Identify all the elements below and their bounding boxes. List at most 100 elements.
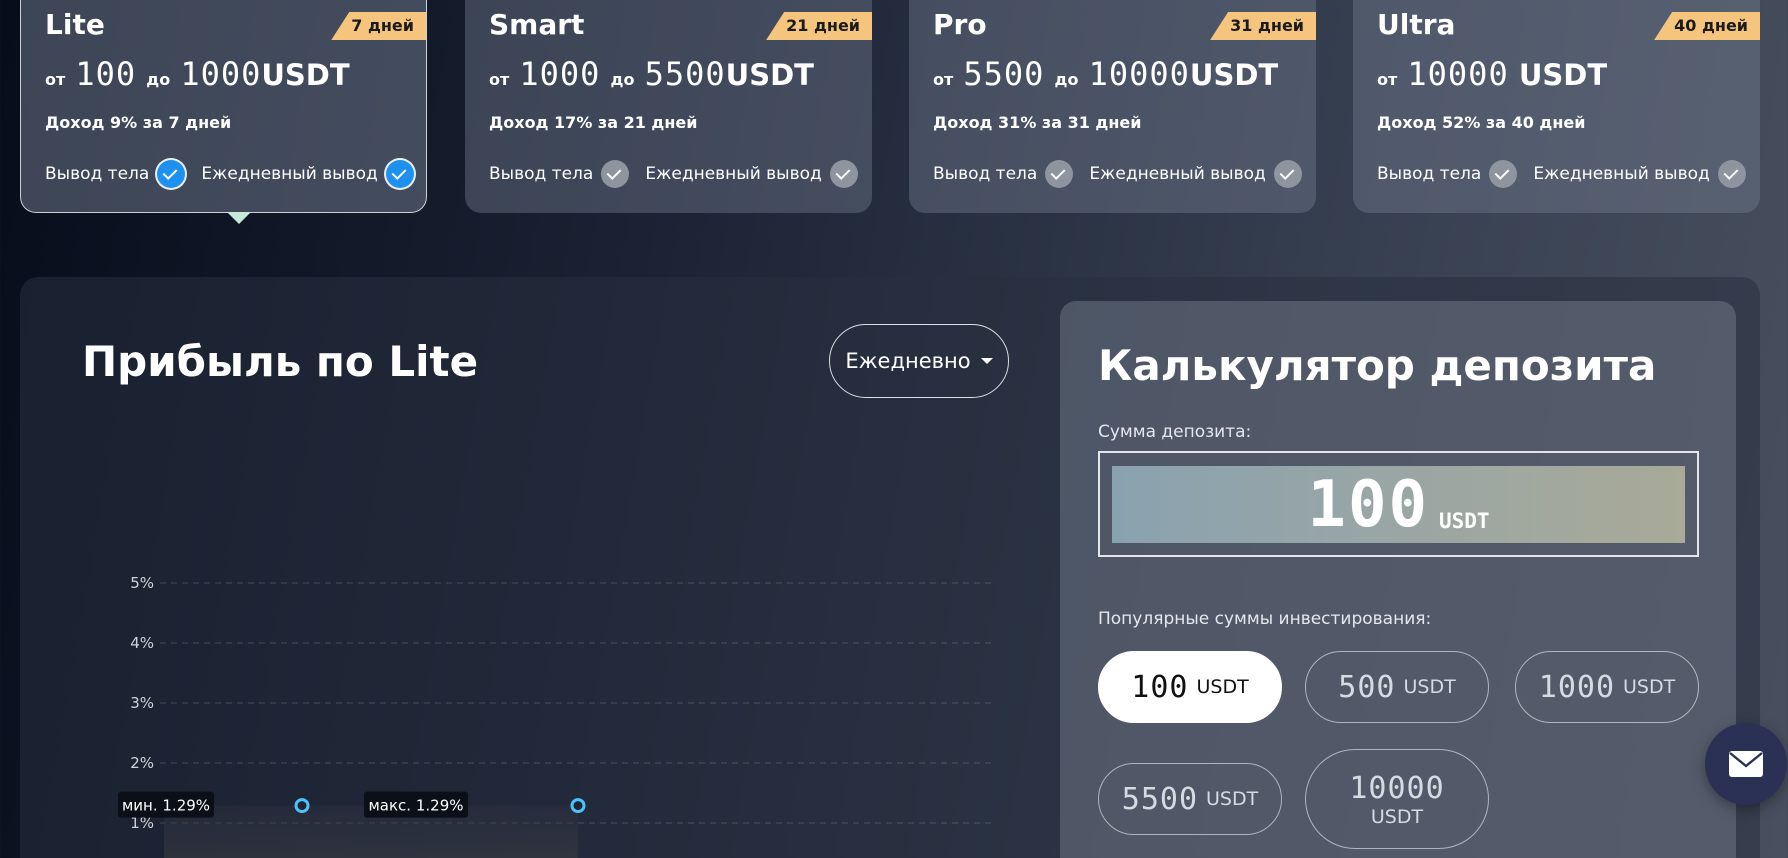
deposit-amount-display: 100 USDT <box>1112 466 1685 543</box>
plan-range: от 100 до 1000USDT <box>45 55 350 93</box>
plan-features: Вывод тела Ежедневный вывод <box>933 160 1318 188</box>
annotation-text: мин. 1.29% <box>122 797 210 815</box>
feature-body-withdraw: Вывод тела <box>45 164 150 184</box>
feature-body-withdraw: Вывод тела <box>1377 164 1482 184</box>
plan-card-pro[interactable]: Pro 31 дней от 5500 до 10000USDT Доход 3… <box>909 0 1316 213</box>
chip-value: 10000 <box>1349 770 1445 806</box>
chip-value: 1000 <box>1538 669 1616 705</box>
plan-days-badge: 7 дней <box>331 12 426 40</box>
active-plan-pointer <box>227 212 251 224</box>
plan-days-badge: 40 дней <box>1654 12 1760 40</box>
plan-features: Вывод тела Ежедневный вывод <box>489 160 874 188</box>
chip-unit: USDT <box>1403 676 1456 698</box>
y-tick-label: 5% <box>130 574 154 592</box>
mail-icon <box>1729 751 1763 777</box>
check-icon <box>601 160 630 188</box>
range-from-word: от <box>45 70 66 89</box>
main-panel: Прибыль по Lite Ежедневно 5%4%3%2%1%0% м… <box>20 277 1760 858</box>
plans-row: Lite 7 дней от 100 до 1000USDT Доход 9% … <box>20 0 1760 224</box>
deposit-amount-unit: USDT <box>1439 509 1490 533</box>
range-from: 100 <box>75 55 137 93</box>
amount-chip-1000[interactable]: 1000 USDT <box>1515 651 1699 723</box>
amount-chip-100[interactable]: 100 USDT <box>1098 651 1282 723</box>
plan-features: Вывод тела Ежедневный вывод <box>45 160 430 188</box>
check-icon <box>157 160 186 188</box>
range-from-word: от <box>489 70 510 89</box>
check-icon <box>1273 160 1302 188</box>
popular-amounts-label: Популярные суммы инвестирования: <box>1098 609 1432 629</box>
range-from-word: от <box>933 70 954 89</box>
chip-value: 100 <box>1131 669 1189 705</box>
plan-income: Доход 52% за 40 дней <box>1377 113 1586 132</box>
deposit-amount-value: 100 <box>1307 468 1429 542</box>
plan-range: от 10000 USDT <box>1377 55 1607 93</box>
profit-title: Прибыль по Lite <box>82 337 479 386</box>
plan-name: Lite <box>45 8 105 41</box>
period-dropdown[interactable]: Ежедневно <box>829 324 1009 398</box>
chip-unit: USDT <box>1206 788 1259 810</box>
range-to: 1000 <box>180 55 262 93</box>
data-point <box>570 798 586 814</box>
chip-unit: USDT <box>1196 676 1249 698</box>
range-to-word: до <box>1054 70 1079 89</box>
range-to: 10000 <box>1088 55 1190 93</box>
annotation-label: макс. 1.29% <box>364 791 468 818</box>
range-to: 5500 <box>644 55 726 93</box>
amount-chip-500[interactable]: 500 USDT <box>1305 651 1489 723</box>
feature-daily-withdraw: Ежедневный вывод <box>1533 164 1710 184</box>
plan-days-badge: 31 дней <box>1210 12 1316 40</box>
feature-daily-withdraw: Ежедневный вывод <box>645 164 822 184</box>
feature-daily-withdraw: Ежедневный вывод <box>1089 164 1266 184</box>
range-from: 5500 <box>963 55 1045 93</box>
chip-value: 5500 <box>1121 781 1199 817</box>
range-currency: USDT <box>725 58 814 92</box>
feature-body-withdraw: Вывод тела <box>933 164 1038 184</box>
amount-chip-5500[interactable]: 5500 USDT <box>1098 763 1282 835</box>
plan-features: Вывод тела Ежедневный вывод <box>1377 160 1762 188</box>
plan-card-smart[interactable]: Smart 21 дней от 1000 до 5500USDT Доход … <box>465 0 872 213</box>
check-icon <box>1717 160 1746 188</box>
y-tick-label: 4% <box>130 634 154 652</box>
check-icon <box>829 160 858 188</box>
plan-days-badge: 21 дней <box>766 12 872 40</box>
plan-income: Доход 17% за 21 дней <box>489 113 698 132</box>
range-to-word: до <box>146 70 171 89</box>
range-from: 1000 <box>519 55 601 93</box>
deposit-amount-input[interactable]: 100 USDT <box>1098 451 1699 557</box>
data-point <box>294 798 310 814</box>
y-tick-label: 2% <box>130 754 154 772</box>
chip-unit: USDT <box>1370 805 1424 828</box>
range-currency: USDT <box>1189 58 1279 92</box>
chip-unit: USDT <box>1623 676 1676 698</box>
annotation-text: макс. 1.29% <box>368 797 463 815</box>
check-icon <box>1489 160 1518 188</box>
mail-button[interactable] <box>1705 723 1787 805</box>
plan-range: от 5500 до 10000USDT <box>933 55 1278 93</box>
amount-chip-10000[interactable]: 10000 USDT <box>1305 749 1489 849</box>
calculator-title: Калькулятор депозита <box>1098 341 1657 390</box>
plan-card-lite[interactable]: Lite 7 дней от 100 до 1000USDT Доход 9% … <box>20 0 427 213</box>
caret-down-icon <box>980 358 993 364</box>
check-icon <box>385 160 414 188</box>
plan-name: Smart <box>489 8 585 41</box>
range-currency: USDT <box>1518 58 1608 92</box>
plan-income: Доход 9% за 7 дней <box>45 113 232 132</box>
feature-body-withdraw: Вывод тела <box>489 164 594 184</box>
chip-value: 500 <box>1338 669 1396 705</box>
deposit-amount-label: Сумма депозита: <box>1098 422 1252 442</box>
range-currency: USDT <box>261 58 350 92</box>
plan-income: Доход 31% за 31 дней <box>933 113 1142 132</box>
check-icon <box>1045 160 1074 188</box>
deposit-calculator: Калькулятор депозита Сумма депозита: 100… <box>1060 301 1736 858</box>
range-from-word: от <box>1377 70 1398 89</box>
period-selected: Ежедневно <box>845 349 971 373</box>
plan-name: Ultra <box>1377 8 1456 41</box>
plan-range: от 1000 до 5500USDT <box>489 55 814 93</box>
feature-daily-withdraw: Ежедневный вывод <box>201 164 378 184</box>
plan-name: Pro <box>933 8 987 41</box>
profit-chart: 5%4%3%2%1%0% мин. 1.29%макс. 1.29% <box>118 574 992 858</box>
range-to-word: до <box>610 70 635 89</box>
annotation-label: мин. 1.29% <box>118 791 214 818</box>
plan-card-ultra[interactable]: Ultra 40 дней от 10000 USDT Доход 52% за… <box>1353 0 1760 213</box>
range-from: 10000 <box>1407 55 1509 93</box>
